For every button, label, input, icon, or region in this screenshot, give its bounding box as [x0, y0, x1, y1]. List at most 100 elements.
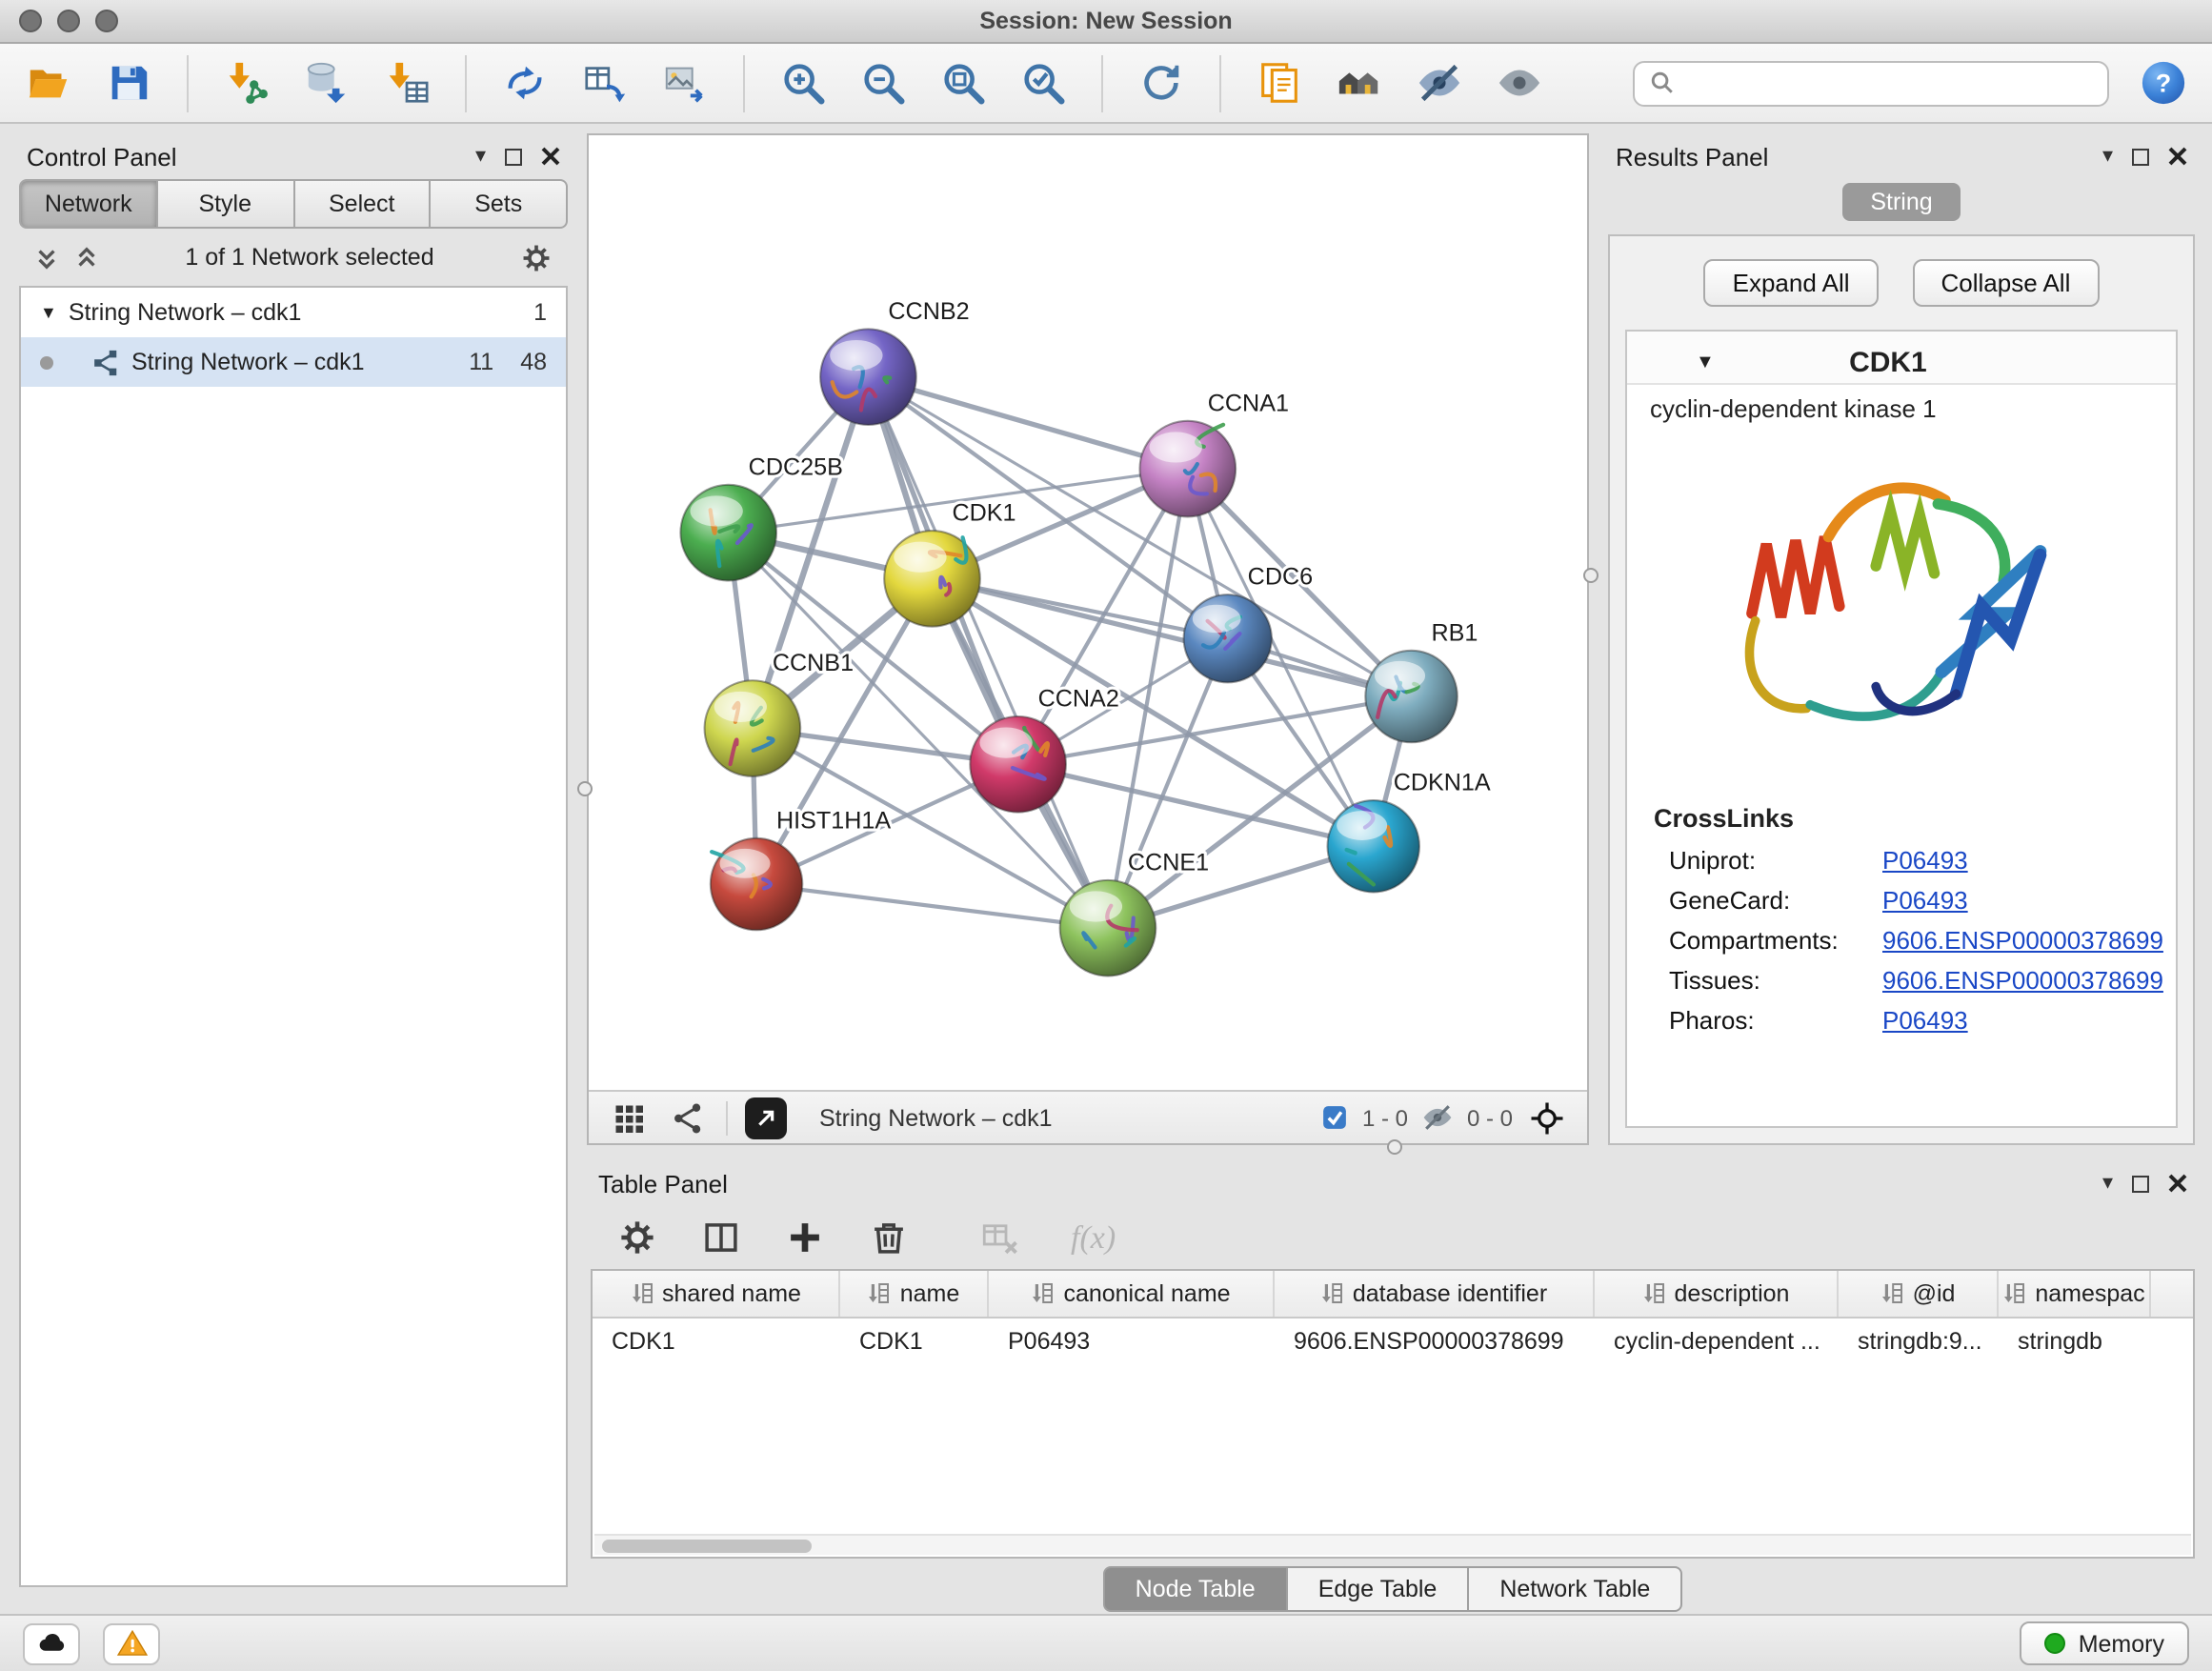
hidden-eye-icon[interactable] [1421, 1101, 1454, 1134]
tab-network[interactable]: Network [19, 179, 158, 229]
zoom-selected-button[interactable] [1017, 57, 1069, 109]
help-button[interactable]: ? [2138, 57, 2189, 109]
add-column-icon[interactable] [785, 1218, 825, 1258]
horizontal-scrollbar[interactable] [594, 1534, 2191, 1555]
cloud-status-button[interactable] [23, 1622, 80, 1664]
export-image-button[interactable] [659, 57, 711, 109]
show-all-button[interactable] [1494, 57, 1545, 109]
close-panel-icon[interactable] [2168, 147, 2187, 166]
hidden-count: 0 - 0 [1467, 1104, 1513, 1131]
import-network-file-button[interactable] [221, 57, 272, 109]
column-header-description[interactable]: description [1595, 1271, 1839, 1317]
network-node-CCNE1[interactable] [1060, 880, 1156, 976]
tab-select[interactable]: Select [294, 179, 432, 229]
grid-view-button[interactable] [608, 1097, 650, 1138]
annotations-button[interactable] [1254, 57, 1305, 109]
panel-menu-icon[interactable]: ▾ [475, 146, 486, 167]
home-views-button[interactable] [1334, 57, 1385, 109]
network-node-CDK1[interactable] [884, 531, 980, 627]
gene-entry-header[interactable]: ▼ CDK1 [1627, 332, 2176, 385]
splitter-handle[interactable] [1583, 569, 1599, 584]
zoom-out-button[interactable] [857, 57, 909, 109]
network-edge-HIST1H1A-CCNE1[interactable] [756, 884, 1108, 928]
network-node-CCNB1[interactable] [705, 680, 801, 776]
network-node-HIST1H1A[interactable] [711, 838, 802, 930]
tab-network-table[interactable]: Network Table [1469, 1565, 1682, 1611]
minimize-button[interactable] [57, 10, 80, 32]
splitter-handle[interactable] [1387, 1139, 1402, 1155]
network-node-CDC25B[interactable] [680, 485, 776, 581]
refresh-button[interactable] [1136, 57, 1187, 109]
warnings-button[interactable] [103, 1622, 160, 1664]
network-node-CCNB2[interactable] [820, 329, 916, 425]
splitter-handle[interactable] [577, 780, 593, 795]
network-from-table-button[interactable] [579, 57, 631, 109]
tree-expand-icon[interactable]: ▼ [40, 303, 57, 322]
crosslink-value[interactable]: 9606.ENSP00000378699 [1882, 926, 2163, 955]
column-header-name[interactable]: name [840, 1271, 989, 1317]
tab-edge-table[interactable]: Edge Table [1288, 1565, 1470, 1611]
delete-column-icon[interactable] [869, 1218, 909, 1258]
crosslink-value[interactable]: P06493 [1882, 846, 1968, 875]
float-panel-icon[interactable] [2132, 148, 2149, 165]
open-session-button[interactable] [23, 57, 74, 109]
expand-all-button[interactable]: Expand All [1704, 259, 1879, 307]
panel-menu-icon[interactable]: ▾ [2102, 1173, 2113, 1194]
crosslink-value[interactable]: 9606.ENSP00000378699 [1882, 966, 2163, 995]
network-edge-CCNA2-CDKN1A[interactable] [1018, 764, 1374, 846]
column-header-namespac[interactable]: namespac [1999, 1271, 2151, 1317]
show-columns-icon[interactable] [701, 1218, 741, 1258]
expand-all-icon[interactable] [74, 245, 99, 270]
gear-icon[interactable] [520, 241, 553, 273]
table-settings-gear-icon[interactable] [617, 1218, 657, 1258]
zoom-window-button[interactable] [95, 10, 118, 32]
selected-checkbox-icon[interactable] [1320, 1103, 1349, 1132]
import-network-database-button[interactable] [301, 57, 352, 109]
column-header-canonical-name[interactable]: canonical name [989, 1271, 1275, 1317]
tab-style[interactable]: Style [158, 179, 295, 229]
fit-content-button[interactable] [1526, 1097, 1568, 1138]
close-panel-icon[interactable] [2168, 1174, 2187, 1193]
panel-menu-icon[interactable]: ▾ [2102, 146, 2113, 167]
network-node-RB1[interactable] [1365, 651, 1457, 742]
float-panel-icon[interactable] [505, 148, 522, 165]
zoom-in-button[interactable] [777, 57, 829, 109]
tab-node-table[interactable]: Node Table [1103, 1565, 1288, 1611]
toolbar-separator [187, 54, 189, 111]
table-row[interactable]: CDK1CDK1P064939606.ENSP00000378699cyclin… [593, 1319, 2193, 1364]
close-panel-icon[interactable] [541, 147, 560, 166]
network-canvas[interactable]: CCNB2CCNA1CDC25BCDK1CDC6RB1CCNB1CCNA2CDK… [589, 135, 1587, 1090]
scrollbar-thumb[interactable] [602, 1540, 812, 1553]
close-button[interactable] [19, 10, 42, 32]
toolbar-search[interactable] [1633, 60, 2109, 106]
hide-selected-button[interactable] [1414, 57, 1465, 109]
column-header--id[interactable]: @id [1839, 1271, 1999, 1317]
tab-string[interactable]: String [1841, 183, 1961, 221]
network-collection-row[interactable]: ▼ String Network – cdk1 1 [21, 288, 566, 337]
network-node-CCNA2[interactable] [970, 716, 1066, 813]
birdseye-view-button[interactable] [667, 1097, 709, 1138]
search-input[interactable] [1686, 70, 2092, 96]
tab-sets[interactable]: Sets [432, 179, 569, 229]
network-edge-CCNB2-CCNA1[interactable] [868, 377, 1187, 469]
detach-view-button[interactable] [745, 1097, 787, 1138]
network-node-CCNA1[interactable] [1139, 421, 1236, 517]
network-node-CDKN1A[interactable] [1328, 800, 1419, 892]
collapse-all-icon[interactable] [34, 245, 59, 270]
save-session-button[interactable] [103, 57, 154, 109]
import-table-button[interactable] [381, 57, 432, 109]
merge-networks-button[interactable] [499, 57, 551, 109]
collapse-all-button[interactable]: Collapse All [1913, 259, 2100, 307]
table-cell: stringdb:9... [1839, 1328, 1999, 1355]
float-panel-icon[interactable] [2132, 1175, 2149, 1192]
network-row[interactable]: String Network – cdk1 11 48 [21, 337, 566, 387]
memory-button[interactable]: Memory [2020, 1621, 2189, 1665]
column-header-shared-name[interactable]: shared name [593, 1271, 840, 1317]
zoom-fit-button[interactable] [937, 57, 989, 109]
network-edge-CCNB2-CCNE1[interactable] [868, 377, 1108, 928]
crosslink-value[interactable]: P06493 [1882, 886, 1968, 915]
column-header-database-identifier[interactable]: database identifier [1275, 1271, 1595, 1317]
network-node-CDC6[interactable] [1184, 594, 1272, 682]
crosslink-value[interactable]: P06493 [1882, 1006, 1968, 1035]
collapse-entry-icon[interactable]: ▼ [1696, 352, 1715, 373]
